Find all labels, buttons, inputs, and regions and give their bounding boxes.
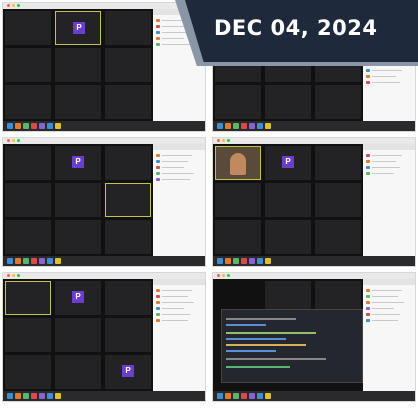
participant-tile <box>55 355 101 389</box>
participant-tile <box>105 85 151 119</box>
participant-tile <box>5 11 51 45</box>
participant-tile <box>315 146 361 180</box>
participant-tile <box>5 355 51 389</box>
video-grid: P <box>3 9 153 121</box>
meeting-screenshot-6 <box>212 272 416 402</box>
meeting-screenshot-4: P <box>212 137 416 267</box>
active-speaker-tile: P <box>55 11 101 45</box>
participant-tile <box>5 85 51 119</box>
participant-tile <box>55 220 101 254</box>
participant-tile <box>215 220 261 254</box>
chat-panel-header <box>363 279 415 285</box>
chat-panel <box>153 144 205 256</box>
macos-dock[interactable] <box>3 256 205 266</box>
video-grid <box>213 279 363 391</box>
macos-dock[interactable] <box>3 121 205 131</box>
active-speaker-tile <box>5 281 51 315</box>
video-grid: P <box>3 144 153 256</box>
participant-tile <box>105 220 151 254</box>
chat-panel <box>363 279 415 391</box>
participant-avatar: P <box>72 291 84 303</box>
participant-tile <box>55 85 101 119</box>
participant-tile: P <box>55 281 101 315</box>
participant-camera-tile <box>215 146 261 180</box>
participant-tile <box>105 11 151 45</box>
participant-tile <box>105 48 151 82</box>
participant-tile <box>105 318 151 352</box>
participant-tile <box>5 220 51 254</box>
participant-tile <box>265 183 311 217</box>
macos-dock[interactable] <box>213 256 415 266</box>
participant-avatar: P <box>73 22 85 34</box>
window-controls[interactable] <box>217 139 230 142</box>
participant-tile <box>55 183 101 217</box>
participant-tile <box>215 85 261 119</box>
window-controls[interactable] <box>7 274 20 277</box>
participant-tile: P <box>55 146 101 180</box>
date-label: DEC 04, 2024 <box>214 16 378 40</box>
participant-avatar: P <box>122 365 134 377</box>
participant-tile <box>315 85 361 119</box>
participant-tile <box>265 85 311 119</box>
participant-tile <box>315 183 361 217</box>
meeting-screenshot-5: P P <box>2 272 206 402</box>
participant-tile <box>55 318 101 352</box>
participant-avatar: P <box>72 156 84 168</box>
participant-tile <box>105 281 151 315</box>
window-controls[interactable] <box>7 4 20 7</box>
participant-tile: P <box>265 146 311 180</box>
window-controls[interactable] <box>217 274 230 277</box>
window-controls[interactable] <box>7 139 20 142</box>
shared-code-editor <box>221 309 363 383</box>
participant-tile <box>315 220 361 254</box>
macos-dock[interactable] <box>213 391 415 401</box>
participant-tile <box>5 146 51 180</box>
meeting-screenshot-1: P <box>2 2 206 132</box>
chat-panel-header <box>153 144 205 150</box>
participant-tile: P <box>105 355 151 389</box>
chat-panel-header <box>153 279 205 285</box>
participant-tile <box>5 183 51 217</box>
active-speaker-tile <box>105 183 151 217</box>
chat-panel <box>153 279 205 391</box>
participant-avatar: P <box>282 156 294 168</box>
macos-dock[interactable] <box>213 121 415 131</box>
meeting-screenshot-3: P <box>2 137 206 267</box>
video-grid: P <box>213 144 363 256</box>
participant-tile <box>265 220 311 254</box>
participant-tile <box>5 48 51 82</box>
participant-tile <box>55 48 101 82</box>
video-grid: P P <box>3 279 153 391</box>
chat-panel <box>363 144 415 256</box>
participant-tile <box>105 146 151 180</box>
participant-tile <box>215 183 261 217</box>
participant-tile <box>5 318 51 352</box>
macos-dock[interactable] <box>3 391 205 401</box>
participant-video <box>230 153 246 175</box>
chat-panel-header <box>363 144 415 150</box>
